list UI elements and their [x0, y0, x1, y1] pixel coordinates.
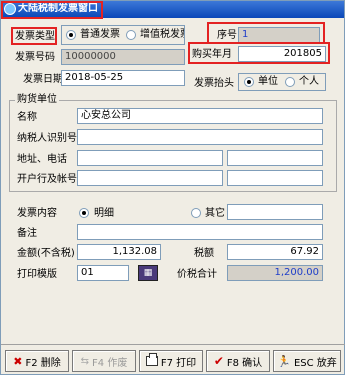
check-icon: ✔ — [213, 354, 224, 368]
void-button-label: F4 作废 — [92, 357, 128, 369]
header-unit-label: 单位 — [258, 76, 278, 87]
content-label: 发票内容 — [17, 208, 57, 219]
invoice-no-label: 发票号码 — [15, 52, 55, 63]
title-highlight — [1, 1, 103, 19]
seq-highlight — [207, 22, 325, 44]
delete-icon: ✖ — [13, 354, 23, 368]
total-field: 1,200.00 — [227, 265, 323, 281]
grid-icon: ▦ — [143, 268, 153, 278]
void-icon: ⇆ — [80, 355, 90, 367]
void-button[interactable]: ⇆ F4 作废 — [72, 350, 136, 372]
bank-input[interactable] — [77, 170, 223, 186]
exit-icon: 🏃 — [277, 354, 291, 368]
buyer-group-title: 购货单位 — [15, 94, 59, 106]
invoice-header-label: 发票抬头 — [194, 78, 234, 89]
tax-label: 税额 — [194, 248, 214, 259]
invoice-type-normal-radio[interactable] — [66, 30, 76, 40]
invoice-date-label: 发票日期 — [23, 74, 63, 85]
amount-input[interactable]: 1,132.08 — [77, 244, 161, 260]
phone-input[interactable] — [227, 150, 323, 166]
bank-label: 开户行及帐号 — [17, 174, 77, 185]
invoice-window: 大陆税制发票窗口 发票类型 普通发票 增值税发票 序号 1 发票号码 10000… — [0, 0, 345, 375]
invoice-date-input[interactable]: 2018-05-25 — [61, 70, 185, 86]
confirm-button-label: F8 确认 — [226, 357, 263, 369]
remark-label: 备注 — [17, 228, 37, 239]
invoice-type-label-highlight — [11, 27, 57, 45]
delete-button-label: F2 删除 — [25, 357, 61, 369]
content-detail-label: 明细 — [94, 208, 114, 219]
buyer-name-label: 名称 — [17, 112, 37, 123]
header-unit-radio[interactable] — [244, 77, 254, 87]
purchase-month-highlight — [188, 42, 330, 64]
template-picker-button[interactable]: ▦ — [138, 265, 158, 281]
invoice-type-vat-label: 增值税发票 — [140, 29, 185, 40]
invoice-type-group: 普通发票 增值税发票 — [61, 25, 185, 45]
print-button[interactable]: F7 打印 — [139, 350, 203, 372]
printer-icon — [145, 353, 158, 366]
cancel-button[interactable]: 🏃 ESC 放弃 — [273, 350, 341, 372]
tax-input[interactable]: 67.92 — [227, 244, 323, 260]
button-bar-divider — [1, 344, 345, 345]
content-other-input[interactable] — [227, 204, 323, 220]
print-template-label: 打印模版 — [17, 269, 57, 280]
taxid-label: 纳税人识别号 — [17, 133, 77, 144]
confirm-button[interactable]: ✔ F8 确认 — [206, 350, 270, 372]
address-label: 地址、电话 — [17, 154, 67, 165]
remark-input[interactable] — [77, 224, 323, 240]
cancel-button-label: ESC 放弃 — [293, 357, 337, 369]
content-other-label: 其它 — [205, 208, 225, 219]
amount-label: 金额(不含税) — [17, 248, 75, 259]
content-other-radio[interactable] — [191, 208, 201, 218]
buyer-name-input[interactable]: 心安总公司 — [77, 108, 323, 124]
invoice-type-normal-label: 普通发票 — [80, 29, 120, 40]
taxid-input[interactable] — [77, 129, 323, 145]
account-input[interactable] — [227, 170, 323, 186]
invoice-no-field: 10000000 — [61, 49, 185, 65]
print-button-label: F7 打印 — [160, 357, 197, 369]
header-person-radio[interactable] — [285, 77, 295, 87]
button-bar: ✖ F2 删除 ⇆ F4 作废 F7 打印 ✔ F8 确认 🏃 ESC 放弃 — [1, 346, 345, 376]
header-person-label: 个人 — [299, 76, 319, 87]
delete-button[interactable]: ✖ F2 删除 — [5, 350, 69, 372]
print-template-input[interactable]: 01 — [77, 265, 129, 281]
invoice-header-group: 单位 个人 — [238, 73, 326, 91]
invoice-type-vat-radio[interactable] — [126, 30, 136, 40]
content-detail-radio[interactable] — [79, 208, 89, 218]
address-input[interactable] — [77, 150, 223, 166]
total-label: 价税合计 — [177, 269, 217, 280]
